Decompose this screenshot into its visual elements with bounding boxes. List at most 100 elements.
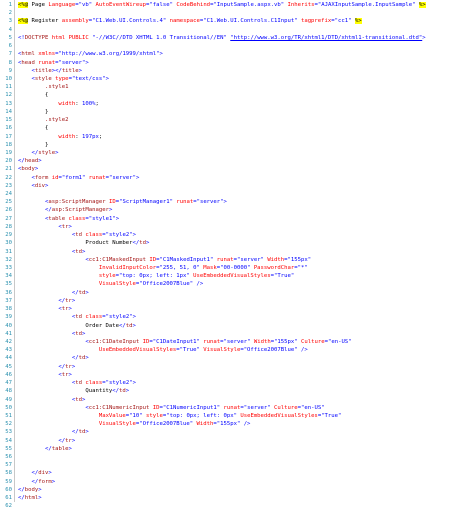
code-token: html xyxy=(51,34,66,41)
code-token: "en-US" xyxy=(301,404,325,411)
code-token: > xyxy=(132,314,136,321)
code-token: Width xyxy=(253,338,271,345)
code-token: Inherits xyxy=(287,2,315,8)
line-number: 1 xyxy=(8,2,12,8)
code-token: body xyxy=(24,486,39,493)
code-token: </ xyxy=(18,495,25,502)
code-token: > xyxy=(105,75,109,82)
code-token: "True" xyxy=(179,347,200,354)
line-number: 6 xyxy=(8,43,12,50)
line-number: 17 xyxy=(5,133,12,140)
code-line: <tr> xyxy=(18,223,474,231)
code-token: AutoEventWireup xyxy=(95,2,147,8)
code-token: Register xyxy=(28,18,62,25)
code-token: UseEmbeddedVisualStyles xyxy=(240,412,318,419)
code-token: style xyxy=(34,75,52,82)
code-token: runat xyxy=(38,59,56,66)
code-line: </td> xyxy=(18,428,474,436)
line-number: 14 xyxy=(5,108,12,115)
code-token: html xyxy=(21,51,35,58)
code-line: </head> xyxy=(18,157,474,165)
code-token: runat xyxy=(203,338,221,345)
code-line: <td> xyxy=(18,248,474,256)
line-number: 28 xyxy=(5,223,12,230)
code-token: "ScriptManager1" xyxy=(119,199,173,206)
line-number: 32 xyxy=(5,256,12,263)
code-token: "*" xyxy=(297,265,308,271)
code-token: DOCTYPE xyxy=(24,34,49,41)
code-text-area[interactable]: <%@ Page Language="vb" AutoEventWireup="… xyxy=(15,0,474,502)
code-token: UseEmbeddedVisualStyles xyxy=(193,273,271,280)
code-token: "255, 51, 0" xyxy=(159,265,200,271)
code-token: 197px xyxy=(82,133,99,140)
code-line: <tr> xyxy=(18,305,474,313)
code-token: class xyxy=(85,314,103,321)
code-token: "style2" xyxy=(105,232,133,239)
code-token: class xyxy=(68,215,86,222)
code-line: <head runat="server"> xyxy=(18,59,474,67)
line-number: 4 xyxy=(8,26,12,33)
code-token: UseEmbeddedVisualStyles xyxy=(98,347,177,354)
code-token: "server" xyxy=(109,174,136,181)
code-token: > xyxy=(125,388,130,395)
line-number: 22 xyxy=(5,174,12,181)
code-token: : xyxy=(75,100,83,107)
code-token: > xyxy=(159,51,163,58)
code-token: "style1" xyxy=(88,215,116,222)
code-token: "155px" xyxy=(216,421,241,428)
code-line: <td> xyxy=(18,330,474,338)
code-token: Width xyxy=(267,256,285,263)
code-line: } xyxy=(18,108,474,116)
code-line: </form> xyxy=(18,478,474,486)
line-number: 5 xyxy=(8,34,12,41)
code-token: "C1MaskedInput1" xyxy=(159,256,214,263)
line-number: 21 xyxy=(5,166,12,173)
code-line: <title></title> xyxy=(18,67,474,75)
code-line: </asp:ScriptManager> xyxy=(18,206,474,214)
line-number: 35 xyxy=(5,281,12,288)
code-token: > xyxy=(82,330,86,337)
line-number: 48 xyxy=(5,388,12,395)
code-token: .style2 xyxy=(44,117,69,124)
code-line: </td> xyxy=(18,289,474,297)
code-line: </td> xyxy=(18,354,474,362)
code-token: .style1 xyxy=(44,84,69,91)
code-token: "vb" xyxy=(78,2,93,8)
code-line: width: 100%; xyxy=(18,100,474,108)
code-token: > xyxy=(68,371,72,378)
code-token: > xyxy=(115,215,120,222)
code-token: Culture xyxy=(301,338,325,345)
code-token: "http://www.w3.org/TR/xhtml1/DTD/xhtml1-… xyxy=(230,34,423,41)
code-line: </div> xyxy=(18,469,474,477)
code-token: > xyxy=(146,240,150,247)
code-token: "C1.Web.UI.Controls.C1Input" xyxy=(203,18,298,25)
code-line: <cc1:C1NumericInput ID="C1NumericInput1"… xyxy=(18,404,474,412)
code-token: > xyxy=(44,182,49,189)
code-line: <td class="style2"> xyxy=(18,379,474,387)
code-token: table xyxy=(48,215,66,222)
code-token: td xyxy=(75,380,83,387)
code-editor[interactable]: 1 2 3 4 5 6 7 8 9 10 11 12 13 14 15 16 17 18 19 20 21 22 23 24 2… xyxy=(0,0,474,509)
code-line: InvalidInputColor="255, 51, 0" Mask="00-… xyxy=(18,264,474,272)
code-token: cc1:C1MaskedInput xyxy=(88,256,146,263)
code-token: td xyxy=(75,232,83,239)
code-token: > xyxy=(55,149,59,156)
line-number: 56 xyxy=(5,454,12,461)
code-token: table xyxy=(51,445,69,452)
